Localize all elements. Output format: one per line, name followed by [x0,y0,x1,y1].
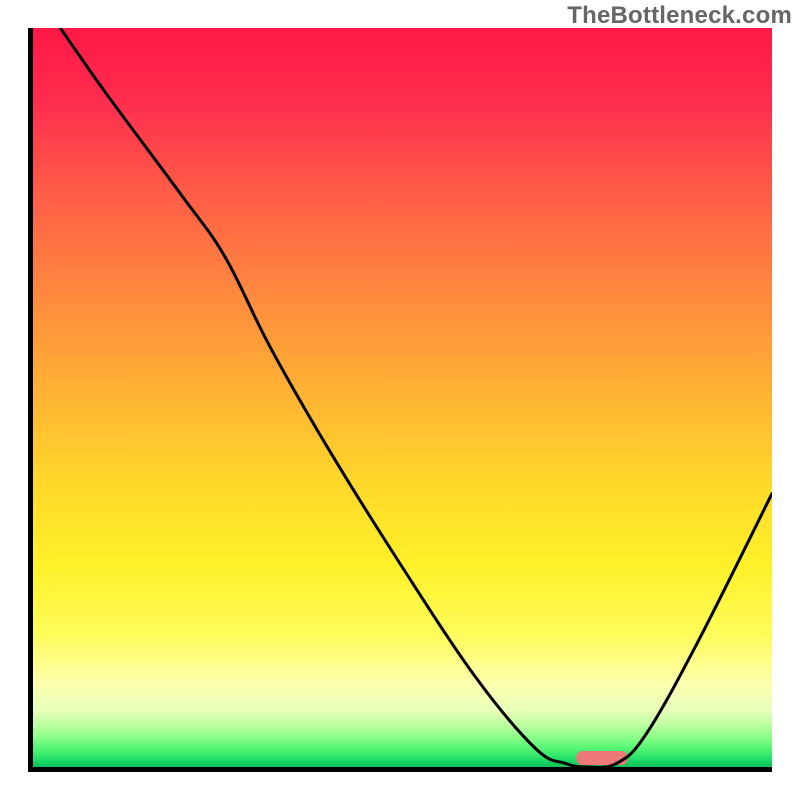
bottleneck-curve [33,28,772,767]
chart-plot-area [28,28,772,772]
watermark-text: TheBottleneck.com [567,2,792,30]
